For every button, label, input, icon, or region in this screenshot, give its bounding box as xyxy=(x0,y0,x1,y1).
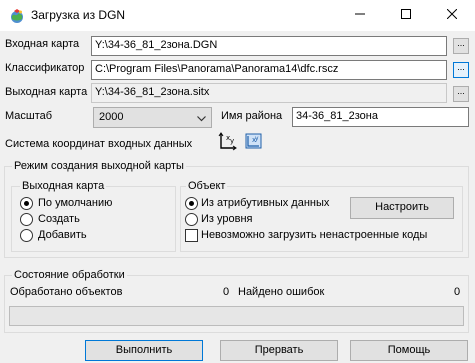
svg-text:y: y xyxy=(255,135,259,142)
close-icon xyxy=(446,8,458,22)
crs-xy-icon: x y xyxy=(218,132,238,154)
output-map-group-title: Выходная карта xyxy=(20,180,107,192)
title-bar: Загрузка из DGN xyxy=(0,0,475,31)
radio-default-indicator xyxy=(20,197,33,210)
run-button[interactable]: Выполнить xyxy=(85,340,203,361)
input-map-browse-button[interactable]: ... xyxy=(453,38,469,54)
crs-transform-button[interactable]: x y xyxy=(244,131,264,151)
radio-from-level[interactable]: Из уровня xyxy=(185,212,340,227)
svg-text:y: y xyxy=(230,137,234,145)
radio-from-attributes-label: Из атрибутивных данных xyxy=(201,197,330,209)
region-label: Имя района xyxy=(221,110,283,122)
output-map-label: Выходная карта xyxy=(5,86,88,98)
input-map-field[interactable]: Y:\34-36_81_2зона.DGN xyxy=(91,36,447,56)
crs-label: Система координат входных данных xyxy=(5,138,193,150)
unconfigured-codes-checkbox-box xyxy=(185,229,198,242)
radio-default[interactable]: По умолчанию xyxy=(20,196,170,211)
processed-value: 0 xyxy=(223,286,230,298)
radio-create[interactable]: Создать xyxy=(20,212,170,227)
unconfigured-codes-checkbox[interactable]: Невозможно загрузить ненастроенные коды xyxy=(185,228,459,243)
chevron-down-icon xyxy=(197,113,206,125)
output-map-field[interactable]: Y:\34-36_81_2зона.sitx xyxy=(91,83,447,103)
radio-from-level-indicator xyxy=(185,213,198,226)
errors-label: Найдено ошибок xyxy=(238,286,325,298)
minimize-button[interactable] xyxy=(337,0,383,31)
radio-create-indicator xyxy=(20,213,33,226)
scale-select[interactable]: 2000 xyxy=(93,107,212,128)
help-button[interactable]: Помощь xyxy=(350,340,468,361)
classifier-field[interactable]: C:\Program Files\Panorama\Panorama14\dfc… xyxy=(91,60,447,80)
radio-from-level-label: Из уровня xyxy=(201,213,253,225)
scale-label: Масштаб xyxy=(5,110,53,122)
object-group-title: Объект xyxy=(186,180,228,192)
status-group-title: Состояние обработки xyxy=(12,269,127,281)
close-button[interactable] xyxy=(429,0,475,31)
radio-default-label: По умолчанию xyxy=(38,197,113,209)
progress-bar xyxy=(9,306,464,326)
output-map-browse-button[interactable]: ... xyxy=(453,86,469,102)
window-title: Загрузка из DGN xyxy=(31,8,126,22)
mode-group-title: Режим создания выходной карты xyxy=(12,160,186,172)
radio-from-attributes[interactable]: Из атрибутивных данных xyxy=(185,196,340,211)
crs-xy-button[interactable]: x y xyxy=(218,131,238,151)
errors-value: 0 xyxy=(454,286,461,298)
scale-value: 2000 xyxy=(99,111,124,123)
radio-add-indicator xyxy=(20,229,33,242)
radio-create-label: Создать xyxy=(38,213,80,225)
processed-label: Обработано объектов xyxy=(10,286,123,298)
maximize-icon xyxy=(401,9,411,22)
app-globe-icon xyxy=(9,8,25,24)
classifier-label: Классификатор xyxy=(5,62,85,74)
region-field[interactable]: 34-36_81_2зона xyxy=(292,107,469,127)
classifier-browse-button[interactable]: ... xyxy=(453,62,469,78)
maximize-button[interactable] xyxy=(383,0,429,31)
radio-add-label: Добавить xyxy=(38,229,87,241)
radio-add[interactable]: Добавить xyxy=(20,228,170,243)
unconfigured-codes-checkbox-label: Невозможно загрузить ненастроенные коды xyxy=(201,229,428,241)
crs-transform-icon: x y xyxy=(244,133,264,154)
input-map-label: Входная карта xyxy=(5,38,80,50)
radio-from-attributes-indicator xyxy=(185,197,198,210)
configure-button[interactable]: Настроить xyxy=(350,197,454,219)
abort-button[interactable]: Прервать xyxy=(220,340,338,361)
minimize-icon xyxy=(355,9,365,22)
